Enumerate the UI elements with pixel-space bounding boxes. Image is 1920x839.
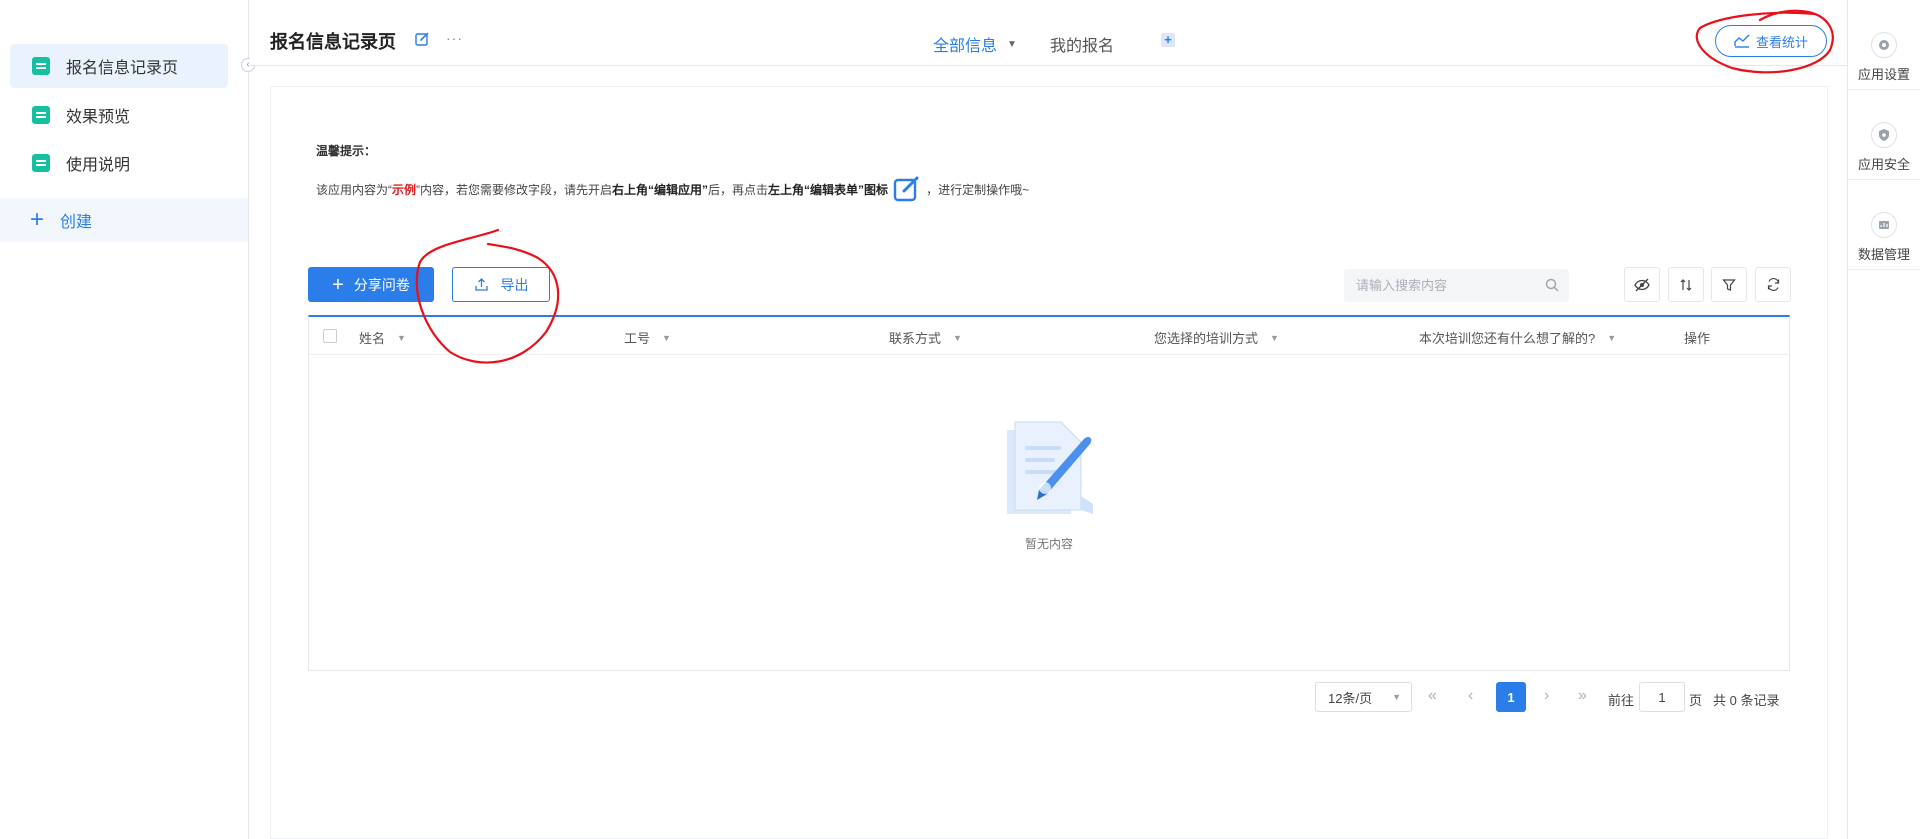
search-icon[interactable] [1545, 278, 1559, 292]
empty-state-text: 暂无内容 [1024, 537, 1073, 551]
eye-slash-icon [1634, 278, 1650, 291]
column-label: 工号 [624, 331, 651, 346]
total-records: 共 0 条记录 [1713, 693, 1780, 708]
share-survey-button[interactable]: + 分享问卷 [308, 267, 434, 302]
view-stats-label: 查看统计 [1755, 34, 1808, 50]
tip-text-part: ”内容，若您需要修改字段，请先开启 [416, 182, 613, 197]
tip-bold: 左上角“编辑表单”图标 [768, 182, 889, 197]
filter-icon [1722, 278, 1736, 291]
sidebar-item-instructions[interactable]: 使用说明 [10, 141, 228, 185]
column-header-training-questions[interactable]: 本次培训您还有什么想了解的? ▼ [1419, 328, 1616, 347]
document-icon [32, 57, 50, 75]
edit-form-icon [893, 176, 919, 202]
tip-text-part: 后，再点击 [708, 182, 769, 197]
chevron-down-icon: ▼ [1007, 38, 1017, 50]
page-title: 报名信息记录页 [270, 32, 396, 52]
column-header-training-method[interactable]: 您选择的培训方式 ▼ [1154, 328, 1279, 347]
edit-form-icon[interactable] [414, 31, 430, 47]
share-survey-label: 分享问卷 [353, 276, 410, 293]
refresh-button[interactable] [1755, 267, 1791, 302]
empty-state-illustration [1007, 421, 1093, 514]
rail-item-app-settings[interactable]: 应用设置 [1848, 0, 1920, 90]
top-header: 报名信息记录页 ··· 全部信息 ▼ 我的报名 + 查看统计 [250, 0, 1848, 66]
column-label: 联系方式 [889, 331, 942, 346]
sidebar: 报名信息记录页 效果预览 使用说明 + 创建 [0, 0, 249, 839]
chevron-down-icon: ▼ [662, 332, 671, 343]
column-header-employee-id[interactable]: 工号 ▼ [624, 328, 671, 347]
column-label: 您选择的培训方式 [1154, 331, 1259, 346]
chevron-down-icon: ▼ [1270, 332, 1279, 343]
data-icon [1871, 212, 1897, 238]
add-tab-icon[interactable]: + [1161, 33, 1175, 47]
create-label: 创建 [60, 214, 93, 231]
sidebar-item-registration-record[interactable]: 报名信息记录页 [10, 44, 228, 88]
chevron-down-icon: ▼ [397, 332, 406, 343]
chart-icon [1734, 34, 1750, 48]
sidebar-item-label: 效果预览 [66, 109, 131, 126]
sort-button[interactable] [1668, 267, 1704, 302]
select-all-checkbox[interactable] [323, 329, 337, 343]
sidebar-item-preview[interactable]: 效果预览 [10, 93, 228, 137]
export-button[interactable]: 导出 [452, 267, 550, 302]
right-rail: 应用设置 应用安全 数据管理 [1847, 0, 1920, 839]
chevron-down-icon: ▼ [1607, 332, 1617, 343]
next-page-icon[interactable]: › [1544, 687, 1549, 705]
shield-icon [1871, 122, 1897, 148]
table-header: 姓名 ▼ 工号 ▼ 联系方式 ▼ 您选择的培训方式 ▼ 本次培训您还有什么想了解的? ▼ … [309, 317, 1789, 355]
sidebar-item-label: 报名信息记录页 [66, 60, 179, 77]
column-header-actions: 操作 [1684, 328, 1710, 347]
rail-label: 应用安全 [1857, 157, 1910, 172]
search-input[interactable] [1356, 278, 1536, 293]
rail-label: 数据管理 [1857, 247, 1910, 262]
tab-my-registration[interactable]: 我的报名 [1050, 32, 1114, 56]
tab-all-info[interactable]: 全部信息 ▼ [933, 32, 1017, 56]
search-box [1344, 269, 1569, 302]
column-label: 操作 [1684, 331, 1711, 346]
view-stats-button[interactable]: 查看统计 [1715, 25, 1827, 57]
tab-label: 全部信息 [933, 38, 998, 55]
page-size-select[interactable]: 12条/页 ▼ [1315, 682, 1412, 712]
tip-text: 该应用内容为“ 示例 ”内容，若您需要修改字段，请先开启 右上角“编辑应用” 后… [316, 174, 1029, 204]
goto-label: 前往 [1608, 693, 1635, 708]
create-button[interactable]: + 创建 [0, 198, 248, 242]
data-table: 姓名 ▼ 工号 ▼ 联系方式 ▼ 您选择的培训方式 ▼ 本次培训您还有什么想了解的? ▼ … [308, 315, 1790, 671]
tip-highlight: 示例 [392, 182, 417, 197]
chevron-down-icon: ▼ [953, 332, 962, 343]
tip-title: 温馨提示： [316, 144, 377, 158]
refresh-icon [1767, 278, 1779, 291]
page-size-value: 12条/页 [1328, 690, 1373, 706]
tip-text-part: 该应用内容为“ [316, 182, 392, 197]
more-icon[interactable]: ··· [446, 30, 463, 46]
plus-icon: + [332, 273, 344, 296]
rail-item-app-security[interactable]: 应用安全 [1848, 90, 1920, 180]
document-icon [32, 106, 50, 124]
sort-icon [1680, 278, 1692, 291]
filter-button[interactable] [1711, 267, 1747, 302]
tip-bold: 右上角“编辑应用” [612, 182, 709, 197]
first-page-icon[interactable]: « [1428, 687, 1437, 705]
column-label: 姓名 [359, 331, 386, 346]
rail-item-data-management[interactable]: 数据管理 [1848, 180, 1920, 270]
current-page-button[interactable]: 1 [1496, 682, 1526, 712]
column-header-name[interactable]: 姓名 ▼ [359, 328, 406, 347]
gear-icon [1871, 32, 1897, 58]
export-label: 导出 [500, 276, 529, 293]
plus-icon: + [30, 206, 45, 233]
prev-page-icon[interactable]: ‹ [1468, 687, 1473, 705]
sidebar-item-label: 使用说明 [66, 157, 131, 174]
chevron-down-icon: ▼ [1392, 692, 1401, 702]
column-label: 本次培训您还有什么想了解的? [1419, 331, 1596, 346]
upload-icon [474, 278, 488, 291]
page-unit-label: 页 [1689, 693, 1703, 708]
last-page-icon[interactable]: » [1578, 687, 1587, 705]
document-icon [32, 154, 50, 172]
goto-page-input[interactable] [1639, 682, 1685, 712]
column-header-contact[interactable]: 联系方式 ▼ [889, 328, 962, 347]
tip-text-part: ，进行定制操作哦~ [926, 182, 1030, 197]
rail-label: 应用设置 [1857, 67, 1910, 82]
hide-columns-button[interactable] [1624, 267, 1660, 302]
